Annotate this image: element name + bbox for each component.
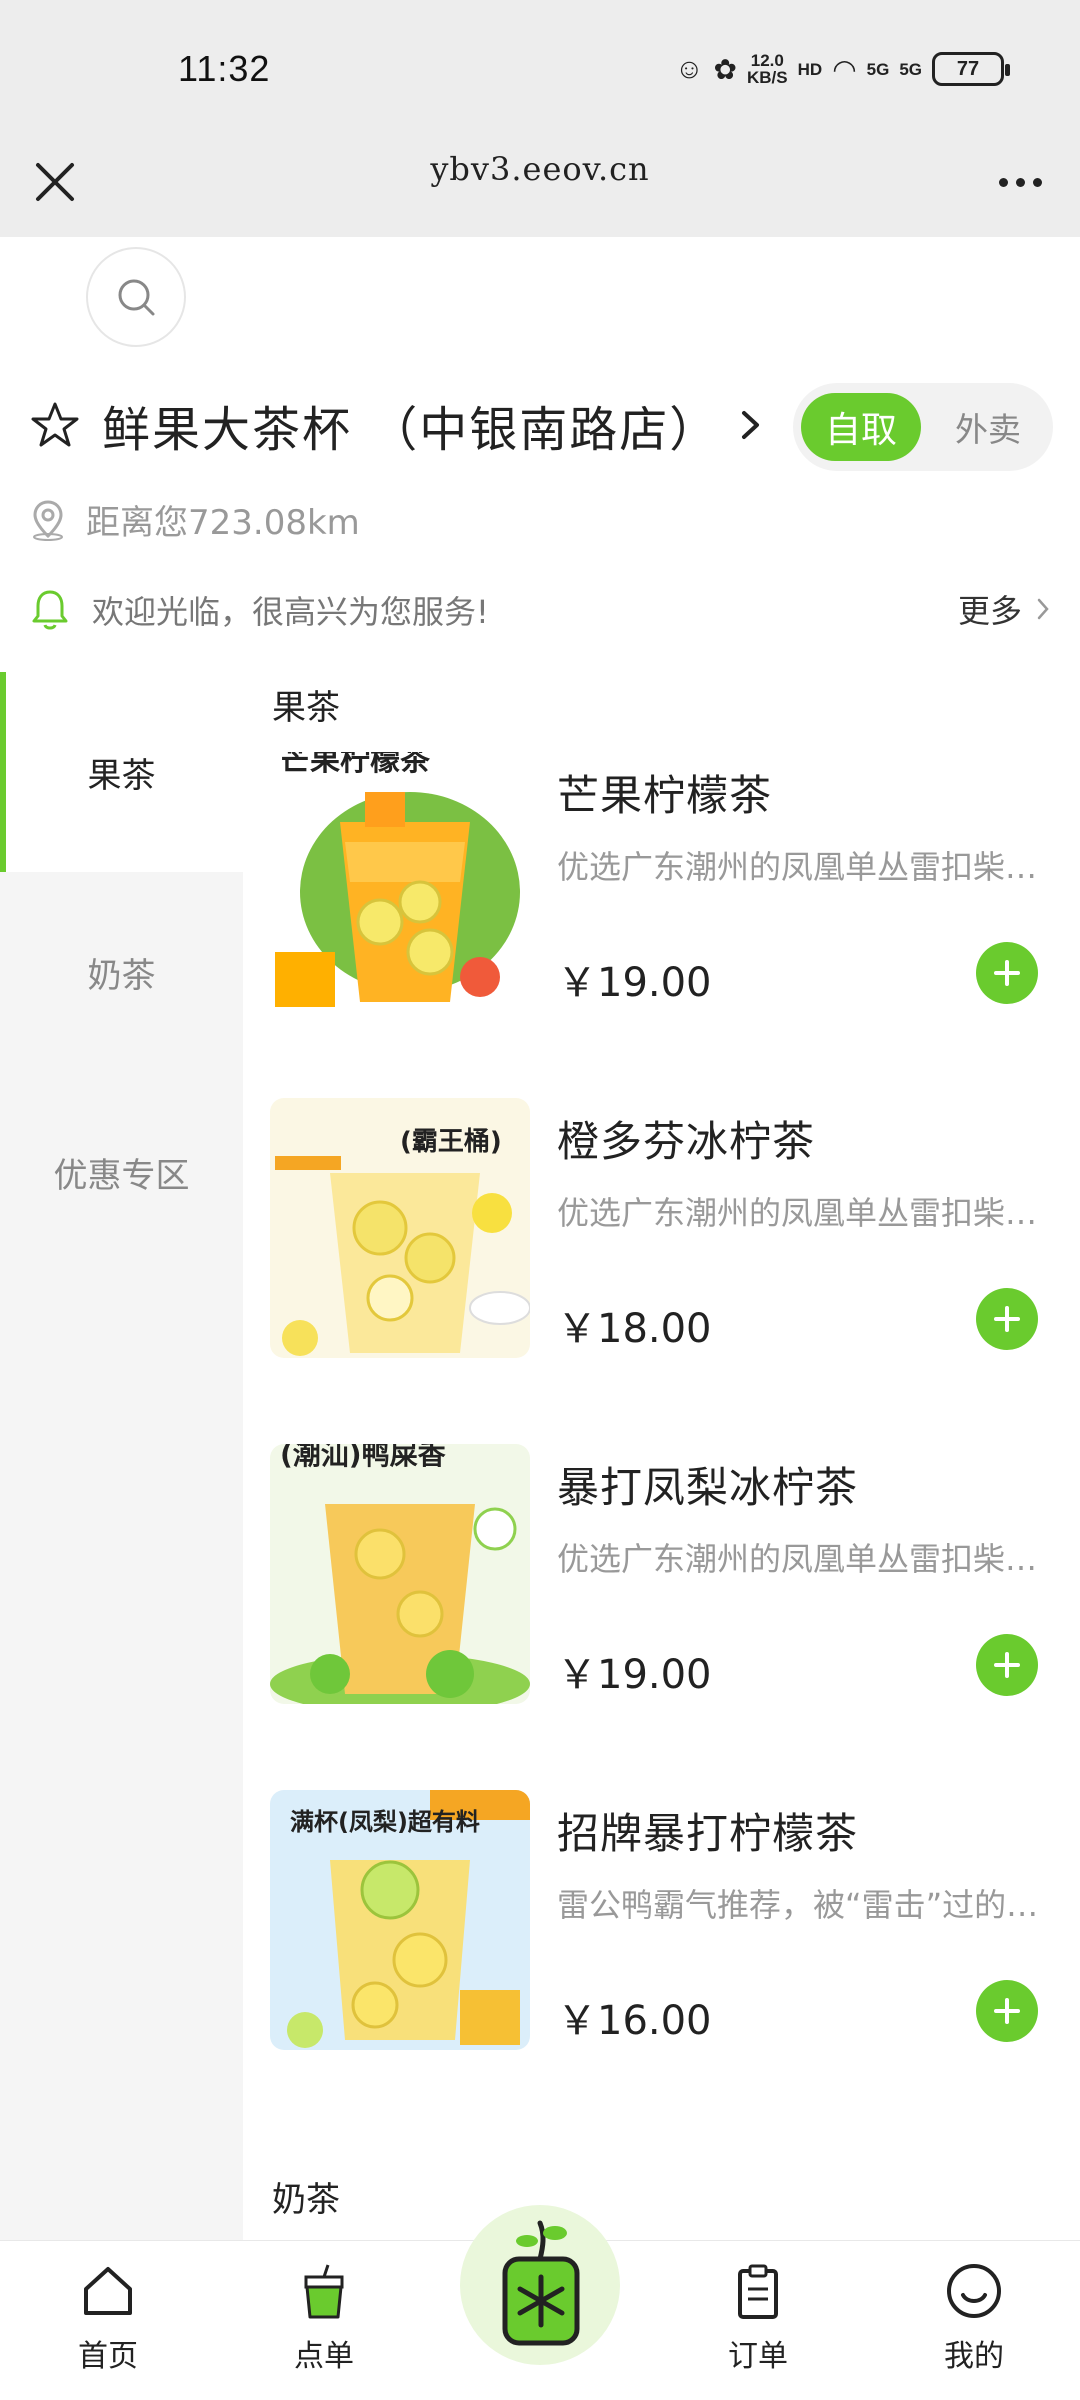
tab-order[interactable]: 点单 (254, 2261, 394, 2391)
battery-level: 77 (956, 57, 980, 80)
product-card[interactable]: 满杯(凤梨)超有料 招牌暴打柠檬茶 雷公鸭霸气推荐，被“雷击”过的… ￥16.0… (270, 1790, 1060, 2060)
battery-icon: 77 (932, 52, 1010, 86)
product-image[interactable]: (潮汕)鸭屎香 (270, 1444, 530, 1704)
add-to-cart-button[interactable] (976, 1288, 1038, 1350)
category-discount[interactable]: 优惠专区 (0, 1072, 243, 1272)
product-name: 橙多芬冰柠茶 (557, 1117, 816, 1166)
product-description: 优选广东潮州的凤凰单丛雷扣柴… (557, 1540, 1038, 1578)
product-name: 招牌暴打柠檬茶 (557, 1809, 859, 1858)
product-image-caption: (潮汕)鸭屎香 (280, 1444, 446, 1471)
distance-info: 距离您723.08km (30, 495, 360, 544)
center-menu-button[interactable] (460, 2205, 620, 2365)
status-icons: ☺ ✿ 12.0 KB/S HD ◠ 5G 5G 77 (674, 52, 1010, 86)
tab-home[interactable]: 首页 (38, 2261, 178, 2391)
clipboard-icon (738, 2264, 778, 2319)
net-speed: 12.0 KB/S (747, 52, 788, 86)
add-to-cart-button[interactable] (976, 1634, 1038, 1696)
chevron-right-icon (1037, 598, 1049, 620)
delivery-mode-button[interactable]: 外卖 (938, 393, 1038, 461)
tab-order-label: 点单 (294, 2339, 354, 2374)
chevron-right-icon (742, 411, 760, 439)
product-image[interactable]: (霸王桶) (270, 1098, 530, 1358)
more-menu-button[interactable] (988, 150, 1052, 214)
product-card[interactable]: (潮汕)鸭屎香 暴打凤梨冰柠茶 优选广东潮州的凤凰单丛雷扣柴… ￥19.00 (270, 1444, 1060, 1714)
flower-icon: ✿ (713, 53, 737, 85)
pickup-mode-button[interactable]: 自取 (801, 393, 921, 461)
tab-mine-label: 我的 (944, 2339, 1004, 2374)
hd-icon: HD (797, 59, 823, 79)
product-name: 芒果柠檬茶 (557, 771, 773, 820)
search-icon (118, 279, 155, 316)
location-pin-icon (33, 499, 63, 541)
plus-icon (994, 1652, 1020, 1678)
tab-orders[interactable]: 订单 (688, 2261, 828, 2391)
page-url: ybv3.eeov.cn (430, 150, 650, 188)
more-dot-icon (1032, 177, 1042, 187)
product-description: 优选广东潮州的凤凰单丛雷扣柴… (557, 1194, 1038, 1232)
product-price: ￥18.00 (557, 1306, 712, 1352)
section-title-milk-tea: 奶茶 (272, 2180, 340, 2220)
net-speed-unit: KB/S (747, 68, 788, 87)
notice-bar: 欢迎光临，很高兴为您服务! 更多 (30, 580, 1050, 640)
product-card[interactable]: (霸王桶) 橙多芬冰柠茶 优选广东潮州的凤凰单丛雷扣柴… ￥18.00 (270, 1098, 1060, 1368)
browser-bar: ybv3.eeov.cn (0, 140, 1080, 237)
tab-home-label: 首页 (78, 2339, 138, 2374)
notice-text: 欢迎光临，很高兴为您服务! (92, 593, 489, 631)
category-sidebar: 果茶 奶茶 优惠专区 (0, 672, 243, 2242)
more-dot-icon (1015, 177, 1025, 187)
smiley-icon (947, 2264, 1001, 2318)
category-fruit-tea[interactable]: 果茶 (0, 672, 243, 872)
signal-icon: 5G (866, 59, 890, 79)
plus-icon (994, 960, 1020, 986)
distance-text: 距离您723.08km (86, 503, 360, 543)
more-label: 更多 (957, 592, 1022, 630)
add-to-cart-button[interactable] (976, 942, 1038, 1004)
more-dot-icon (998, 177, 1008, 187)
store-name: 鲜果大茶杯 （中银南路店） (102, 402, 720, 458)
star-icon[interactable] (30, 400, 80, 450)
product-card[interactable]: 芒果柠檬茶 芒果柠檬茶 优选广东潮州的凤凰单丛雷扣柴… ￥19.00 (270, 752, 1060, 1022)
order-mode-toggle: 自取 外卖 (793, 383, 1053, 471)
product-price: ￥19.00 (557, 1652, 712, 1698)
product-image[interactable]: 芒果柠檬茶 (270, 752, 530, 1012)
signal-icon: 5G (899, 59, 922, 79)
drink-cup-icon (304, 2264, 344, 2319)
plus-icon (994, 1306, 1020, 1332)
wifi-icon: ◠ (832, 53, 857, 85)
product-image-caption: (霸王桶) (400, 1126, 502, 1157)
section-title-fruit-tea: 果茶 (272, 688, 340, 728)
product-price: ￥16.00 (557, 1998, 712, 2044)
iced-drink-icon (502, 2220, 580, 2346)
status-bar: 11:32 ☺ ✿ 12.0 KB/S HD ◠ 5G 5G 77 (0, 0, 1080, 140)
product-description: 雷公鸭霸气推荐，被“雷击”过的… (557, 1886, 1039, 1924)
status-time: 11:32 (178, 48, 271, 89)
plus-icon (994, 1998, 1020, 2024)
bell-icon (32, 590, 68, 630)
product-image-caption: 芒果柠檬茶 (280, 752, 431, 778)
notification-icon: ☺ (674, 53, 704, 84)
home-icon (84, 2267, 132, 2315)
product-image[interactable]: 满杯(凤梨)超有料 (270, 1790, 530, 2050)
more-notices-link[interactable]: 更多 (958, 586, 1050, 632)
product-description: 优选广东潮州的凤凰单丛雷扣柴… (557, 848, 1038, 886)
product-price: ￥19.00 (557, 960, 712, 1006)
store-header[interactable]: 鲜果大茶杯 （中银南路店） (30, 385, 763, 465)
category-milk-tea[interactable]: 奶茶 (0, 872, 243, 1072)
tab-orders-label: 订单 (728, 2339, 788, 2374)
tab-mine[interactable]: 我的 (904, 2261, 1044, 2391)
product-image-caption: 满杯(凤梨)超有料 (290, 1808, 480, 1836)
search-button[interactable] (86, 247, 186, 347)
product-name: 暴打凤梨冰柠茶 (557, 1463, 859, 1512)
add-to-cart-button[interactable] (976, 1980, 1038, 2042)
